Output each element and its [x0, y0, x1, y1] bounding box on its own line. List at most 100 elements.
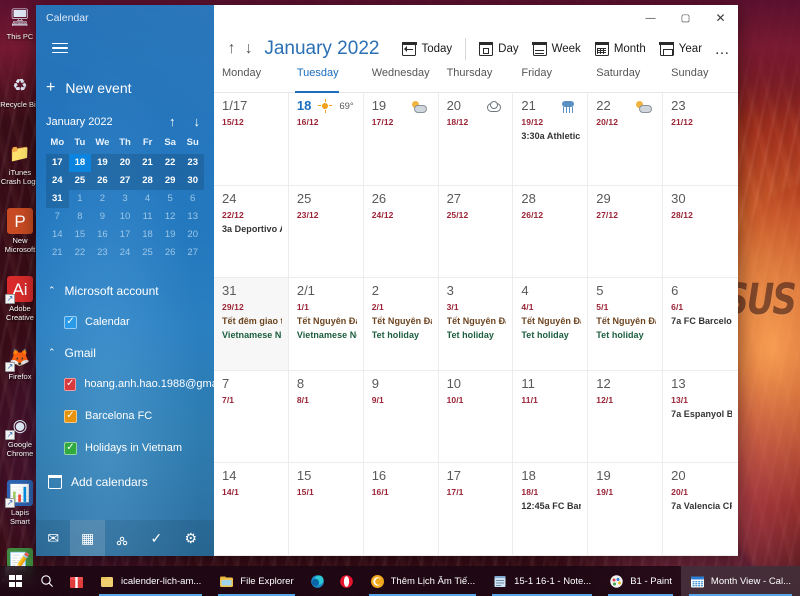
search-icon[interactable] — [31, 566, 62, 596]
mini-calendar-day[interactable]: 8 — [69, 208, 92, 226]
calendar-event[interactable]: Tết đêm giao tl — [222, 316, 282, 326]
desktop-icon-lapis-trading[interactable]: 📊↗Lapis Smart Trading — [0, 480, 40, 544]
day-cell[interactable]: 88/1 — [289, 371, 364, 463]
mini-calendar-day[interactable]: 14 — [46, 226, 69, 244]
day-cell[interactable]: 33/1Tết Nguyên ĐáTet holiday — [439, 278, 514, 370]
calendar-event[interactable]: 12:45a FC Barc — [521, 501, 581, 511]
day-cell[interactable]: 2422/123a Deportivo A — [214, 186, 289, 278]
day-header-wednesday[interactable]: Wednesday — [364, 67, 439, 92]
mini-calendar-day[interactable]: 29 — [159, 172, 182, 190]
minimize-button[interactable]: — — [633, 5, 668, 31]
mini-calendar-day[interactable]: 25 — [69, 172, 92, 190]
day-cell[interactable]: 3028/12 — [663, 186, 738, 278]
taskbar-edge[interactable] — [303, 566, 332, 596]
command-week-button[interactable]: Week — [526, 35, 588, 63]
taskbar-file-explorer[interactable]: File Explorer — [210, 566, 302, 596]
calendar-event[interactable]: Vietnamese Ne — [297, 330, 357, 340]
mini-calendar-day[interactable]: 9 — [91, 208, 114, 226]
mini-calendar-day[interactable]: 12 — [159, 208, 182, 226]
taskbar-icalender-folder[interactable]: icalender-lich-am... — [91, 566, 210, 596]
account-group-header[interactable]: ⌃Gmail — [36, 338, 214, 368]
day-header-friday[interactable]: Friday — [513, 67, 588, 92]
mini-calendar-day[interactable]: 4 — [136, 190, 159, 208]
taskbar-chrome-them-lich[interactable]: Thêm Lịch Âm Tiế... — [361, 566, 484, 596]
day-cell[interactable]: 77/1 — [214, 371, 289, 463]
calendar-event[interactable]: Vietnamese Ne — [222, 330, 282, 340]
calendar-icon[interactable]: ▦ — [70, 520, 104, 556]
desktop-icon-recycle-bin[interactable]: ♻Recycle Bin — [0, 72, 40, 136]
day-cell[interactable]: 2321/12 — [663, 93, 738, 185]
mini-calendar-day[interactable]: 27 — [114, 172, 137, 190]
mini-calendar-day[interactable]: 26 — [91, 172, 114, 190]
mini-calendar-next-arrow[interactable]: ↓ — [194, 115, 201, 128]
taskbar-gift-icon[interactable] — [62, 566, 91, 596]
calendar-event[interactable]: 7a Espanyol Ba — [671, 409, 732, 419]
calendar-event[interactable]: Tết Nguyên Đá — [596, 316, 656, 326]
taskbar-opera[interactable] — [332, 566, 361, 596]
day-cell[interactable]: 44/1Tết Nguyên ĐáTet holiday — [513, 278, 588, 370]
day-cell[interactable]: 2119/123:30a Athletic I — [513, 93, 588, 185]
calendar-event[interactable]: Tet holiday — [596, 330, 656, 340]
command-day-button[interactable]: Day — [472, 35, 525, 63]
desktop-icon-adobe-creative-cloud[interactable]: Ai↗Adobe Creative — [0, 276, 40, 340]
day-cell[interactable]: 1869°16/12 — [289, 93, 364, 185]
taskbar-calendar-month-view[interactable]: Month View - Cal... — [681, 566, 800, 596]
calendar-event[interactable]: 7a Valencia CF — [671, 501, 732, 511]
people-icon[interactable]: 🝆 — [105, 520, 139, 556]
day-cell[interactable]: 22/1Tết Nguyên ĐáTet holiday — [364, 278, 439, 370]
todo-icon[interactable]: ✓ — [139, 520, 173, 556]
day-cell[interactable]: 2523/12 — [289, 186, 364, 278]
start-button[interactable] — [0, 566, 31, 596]
command-month-button[interactable]: Month — [588, 35, 653, 63]
day-cell[interactable]: 55/1Tết Nguyên ĐáTet holiday — [588, 278, 663, 370]
day-cell[interactable]: 66/17a FC Barcelon — [663, 278, 738, 370]
mini-calendar-day[interactable]: 10 — [114, 208, 137, 226]
mini-calendar-day[interactable]: 19 — [159, 226, 182, 244]
mini-calendar-day[interactable]: 26 — [159, 244, 182, 262]
calendar-event[interactable]: Tet holiday — [372, 330, 432, 340]
day-cell[interactable]: 2220/12 — [588, 93, 663, 185]
day-cell[interactable]: 2018/12 — [439, 93, 514, 185]
calendar-event[interactable]: 3a Deportivo A — [222, 224, 282, 234]
day-cell[interactable]: 99/1 — [364, 371, 439, 463]
mini-calendar-day[interactable]: 21 — [46, 244, 69, 262]
mini-calendar-day[interactable]: 22 — [69, 244, 92, 262]
calendar-checkbox[interactable]: ✓ — [64, 410, 77, 423]
mini-calendar-day[interactable]: 2 — [91, 190, 114, 208]
mini-calendar-day[interactable]: 17 — [114, 226, 137, 244]
mini-calendar-day[interactable]: 5 — [159, 190, 182, 208]
mini-calendar-day[interactable]: 20 — [181, 226, 204, 244]
new-event-button[interactable]: + New event — [46, 71, 214, 105]
day-cell[interactable]: 1010/1 — [439, 371, 514, 463]
mini-calendar-day[interactable]: 30 — [181, 172, 204, 190]
day-header-sunday[interactable]: Sunday — [663, 67, 738, 92]
calendar-event[interactable]: 7a FC Barcelon — [671, 316, 732, 326]
calendar-checkbox[interactable]: ✓ — [64, 378, 76, 391]
mini-calendar-day[interactable]: 24 — [114, 244, 137, 262]
calendar-list-item[interactable]: ✓Barcelona FC — [36, 400, 214, 432]
day-cell[interactable]: 2020/17a Valencia CF — [663, 463, 738, 555]
mini-calendar-day[interactable]: 23 — [91, 244, 114, 262]
mini-calendar-day[interactable]: 20 — [114, 154, 137, 172]
command-today-button[interactable]: Today — [395, 35, 459, 63]
day-header-monday[interactable]: Monday — [214, 67, 289, 92]
hamburger-menu-icon[interactable] — [40, 31, 80, 65]
next-month-arrow[interactable]: ↓ — [241, 34, 256, 64]
calendar-list-item[interactable]: ✓hoang.anh.hao.1988@gmail — [36, 368, 214, 400]
mini-calendar-day[interactable]: 13 — [181, 208, 204, 226]
day-cell[interactable]: 1919/1 — [588, 463, 663, 555]
mini-calendar-prev-arrow[interactable]: ↑ — [169, 115, 176, 128]
mini-calendar-day[interactable]: 22 — [159, 154, 182, 172]
mini-calendar-month-label[interactable]: January 2022 — [46, 116, 113, 128]
calendar-event[interactable]: Tết Nguyên Đá — [372, 316, 432, 326]
mini-calendar-day[interactable]: 1 — [69, 190, 92, 208]
day-cell[interactable]: 1/1715/12 — [214, 93, 289, 185]
day-cell[interactable]: 2725/12 — [439, 186, 514, 278]
mini-calendar-day[interactable]: 18 — [136, 226, 159, 244]
day-cell[interactable]: 1313/17a Espanyol Ba — [663, 371, 738, 463]
close-button[interactable]: ✕ — [703, 5, 738, 31]
mini-calendar-day[interactable]: 7 — [46, 208, 69, 226]
desktop-icon-itunes-logs-folder[interactable]: 📁iTunes Crash Logs — [0, 140, 40, 204]
day-cell[interactable]: 1616/1 — [364, 463, 439, 555]
mini-calendar-day[interactable]: 18 — [69, 154, 92, 172]
